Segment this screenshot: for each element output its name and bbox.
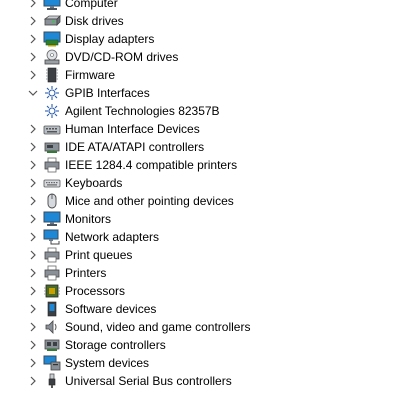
tree-item-label: Disk drives: [65, 14, 124, 28]
dvd-drive-icon: [42, 48, 62, 66]
chevron-right-icon[interactable]: [26, 192, 40, 210]
sound-icon: [42, 318, 62, 336]
chevron-right-icon[interactable]: [26, 318, 40, 336]
gpib-device-icon: [42, 102, 62, 120]
chevron-right-icon[interactable]: [26, 30, 40, 48]
tree-item-display-adapters[interactable]: Display adapters: [0, 30, 396, 48]
display-adapter-icon: [42, 30, 62, 48]
print-queue-icon: [42, 246, 62, 264]
tree-item-dvd-drives[interactable]: DVD/CD-ROM drives: [0, 48, 396, 66]
tree-item-label: Storage controllers: [65, 338, 166, 352]
tree-item-processors[interactable]: Processors: [0, 282, 396, 300]
tree-item-label: Firmware: [65, 68, 115, 82]
tree-item-label: Keyboards: [65, 176, 123, 190]
hid-icon: [42, 120, 62, 138]
keyboard-icon: [42, 174, 62, 192]
storage-controller-icon: [42, 336, 62, 354]
chevron-right-icon[interactable]: [26, 66, 40, 84]
chevron-down-icon[interactable]: [26, 84, 40, 102]
tree-item-label: Processors: [65, 284, 126, 298]
tree-item-label: Network adapters: [65, 230, 160, 244]
chevron-right-icon[interactable]: [26, 156, 40, 174]
tree-item-label: Software devices: [65, 302, 157, 316]
chevron-right-icon[interactable]: [26, 282, 40, 300]
tree-item-agilent-82357b[interactable]: Agilent Technologies 82357B: [0, 102, 396, 120]
tree-item-disk-drives[interactable]: Disk drives: [0, 12, 396, 30]
tree-item-sound-controllers[interactable]: Sound, video and game controllers: [0, 318, 396, 336]
ide-controller-icon: [42, 138, 62, 156]
chevron-right-icon[interactable]: [26, 264, 40, 282]
chevron-right-icon[interactable]: [26, 120, 40, 138]
tree-item-label: Computer: [65, 0, 118, 10]
chevron-right-icon[interactable]: [26, 354, 40, 372]
tree-item-label: Human Interface Devices: [65, 122, 200, 136]
tree-item-label: Monitors: [65, 212, 112, 226]
gpib-icon: [42, 84, 62, 102]
tree-item-firmware[interactable]: Firmware: [0, 66, 396, 84]
chevron-right-icon[interactable]: [26, 138, 40, 156]
tree-item-label: Sound, video and game controllers: [65, 320, 251, 334]
usb-icon: [42, 372, 62, 390]
tree-item-storage-controllers[interactable]: Storage controllers: [0, 336, 396, 354]
tree-item-printers[interactable]: Printers: [0, 264, 396, 282]
software-device-icon: [42, 300, 62, 318]
tree-item-keyboards[interactable]: Keyboards: [0, 174, 396, 192]
tree-item-human-interface-devices[interactable]: Human Interface Devices: [0, 120, 396, 138]
tree-item-label: Mice and other pointing devices: [65, 194, 234, 208]
printer-icon: [42, 264, 62, 282]
monitor-icon: [42, 210, 62, 228]
chevron-right-icon[interactable]: [26, 300, 40, 318]
computer-icon: [42, 0, 62, 12]
network-adapter-icon: [42, 228, 62, 246]
tree-item-computer[interactable]: Computer: [0, 0, 396, 12]
chevron-right-icon[interactable]: [26, 228, 40, 246]
tree-item-label: Print queues: [65, 248, 133, 262]
chevron-right-icon[interactable]: [26, 174, 40, 192]
tree-item-label: Printers: [65, 266, 107, 280]
tree-item-mice[interactable]: Mice and other pointing devices: [0, 192, 396, 210]
device-tree[interactable]: Computer Disk drives Display adapters DV…: [0, 0, 396, 390]
tree-item-monitors[interactable]: Monitors: [0, 210, 396, 228]
tree-item-ide-controllers[interactable]: IDE ATA/ATAPI controllers: [0, 138, 396, 156]
chevron-right-icon[interactable]: [26, 336, 40, 354]
tree-item-network-adapters[interactable]: Network adapters: [0, 228, 396, 246]
tree-item-usb-controllers[interactable]: Universal Serial Bus controllers: [0, 372, 396, 390]
tree-item-software-devices[interactable]: Software devices: [0, 300, 396, 318]
disk-drive-icon: [42, 12, 62, 30]
tree-item-label: DVD/CD-ROM drives: [65, 50, 179, 64]
mouse-icon: [42, 192, 62, 210]
chevron-right-icon[interactable]: [26, 12, 40, 30]
tree-item-label: Display adapters: [65, 32, 155, 46]
processor-icon: [42, 282, 62, 300]
tree-item-system-devices[interactable]: System devices: [0, 354, 396, 372]
ieee-printer-icon: [42, 156, 62, 174]
tree-item-label: IDE ATA/ATAPI controllers: [65, 140, 205, 154]
tree-item-label: GPIB Interfaces: [65, 86, 150, 100]
tree-item-gpib-interfaces[interactable]: GPIB Interfaces: [0, 84, 396, 102]
chevron-right-icon[interactable]: [26, 48, 40, 66]
firmware-icon: [42, 66, 62, 84]
chevron-right-icon[interactable]: [26, 0, 40, 12]
chevron-right-icon[interactable]: [26, 246, 40, 264]
tree-item-label: System devices: [65, 356, 150, 370]
tree-item-ieee-printers[interactable]: IEEE 1284.4 compatible printers: [0, 156, 396, 174]
tree-item-label: Agilent Technologies 82357B: [65, 104, 220, 118]
chevron-right-icon[interactable]: [26, 372, 40, 390]
tree-item-label: Universal Serial Bus controllers: [65, 374, 232, 388]
tree-item-print-queues[interactable]: Print queues: [0, 246, 396, 264]
chevron-right-icon[interactable]: [26, 210, 40, 228]
system-device-icon: [42, 354, 62, 372]
tree-item-label: IEEE 1284.4 compatible printers: [65, 158, 238, 172]
